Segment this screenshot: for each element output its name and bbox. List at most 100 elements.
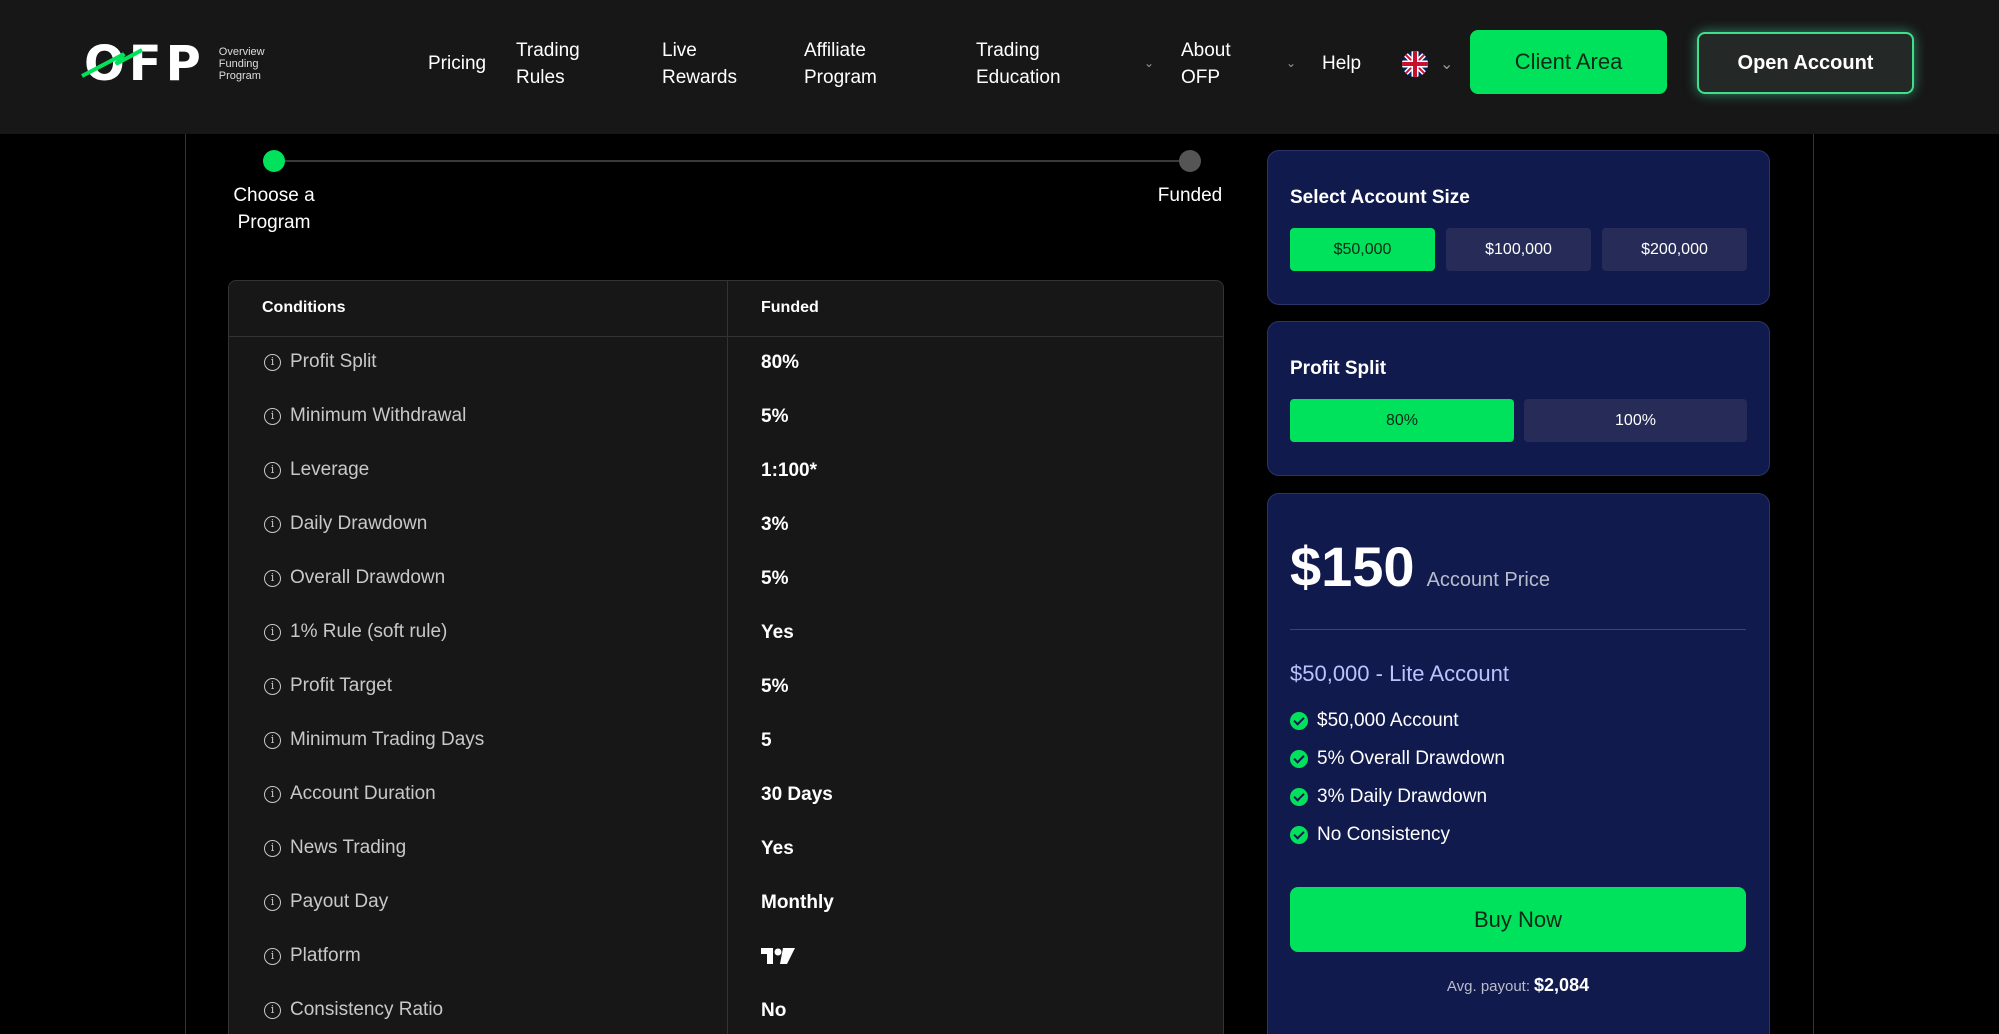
frame-border [1813,134,1814,1034]
condition-cell: i Payout Day [264,891,388,913]
logo-slash-icon [81,48,143,78]
table-row: i Overall Drawdown 5% [229,553,1223,607]
info-icon[interactable]: i [264,623,281,641]
profit-split-option-80[interactable]: 80% [1290,399,1514,442]
condition-cell: i Profit Target [264,675,392,697]
check-circle-icon [1290,750,1308,768]
condition-label: 1% Rule (soft rule) [290,621,448,642]
condition-cell: i Leverage [264,459,369,481]
profit-split-card: Profit Split 80% 100% [1267,321,1770,476]
table-row: i Minimum Trading Days 5 [229,715,1223,769]
table-row: i Minimum Withdrawal 5% [229,391,1223,445]
avg-payout-label: Avg. payout: [1446,978,1531,995]
value-cell [761,946,795,972]
table-row: i Profit Target 5% [229,661,1223,715]
account-title: $50,000 - Lite Account [1290,661,1509,686]
nav-live-rewards[interactable]: Live Rewards [662,37,752,91]
value-cell: Monthly [761,892,834,913]
table-row: i Daily Drawdown 3% [229,499,1223,553]
condition-label: Platform [290,945,361,966]
profit-split-option-100[interactable]: 100% [1524,399,1747,442]
nav-help[interactable]: Help [1322,50,1361,77]
feature-item: 3% Daily Drawdown [1290,786,1487,808]
value-cell: 5% [761,568,789,589]
info-icon[interactable]: i [264,677,281,695]
nav-trading-education[interactable]: Trading Education [976,37,1086,91]
feature-item: $50,000 Account [1290,710,1459,732]
table-row: i 1% Rule (soft rule) Yes [229,607,1223,661]
logo-sub-line: Program [218,70,261,82]
logo[interactable]: OFP Overview Funding Program [81,40,265,88]
feature-label: No Consistency [1317,824,1451,845]
condition-cell: i Account Duration [264,783,436,805]
check-circle-icon [1290,826,1308,844]
condition-label: Profit Target [290,675,393,696]
card-title: Profit Split [1290,358,1387,379]
condition-cell: i Profit Split [264,351,377,373]
condition-label: Consistency Ratio [290,999,444,1020]
progress-step-dot-active [263,150,285,172]
nav-about-ofp[interactable]: About OFP [1181,37,1251,91]
buy-now-button[interactable]: Buy Now [1290,887,1746,952]
check-circle-icon [1290,712,1308,730]
feature-label: $50,000 Account [1317,710,1459,731]
info-icon[interactable]: i [264,515,281,533]
value-cell: No [761,1000,787,1021]
info-icon[interactable]: i [264,353,281,371]
progress-track [274,160,1190,162]
value-cell: 5 [761,730,772,751]
check-circle-icon [1290,788,1308,806]
price-block: $150 Account Price [1290,534,1550,599]
table-row: i Leverage 1:100* [229,445,1223,499]
avg-payout-value: $2,084 [1534,975,1590,995]
feature-item: 5% Overall Drawdown [1290,748,1505,770]
condition-label: Minimum Withdrawal [290,405,467,426]
account-price: $150 [1290,535,1415,598]
chevron-down-icon[interactable]: ⌄ [1144,56,1154,70]
nav-pricing[interactable]: Pricing [428,50,486,77]
condition-cell: i Overall Drawdown [264,567,445,589]
condition-cell: i News Trading [264,837,406,859]
nav-affiliate-program[interactable]: Affiliate Program [804,37,914,91]
info-icon[interactable]: i [264,1001,281,1019]
account-size-card: Select Account Size $50,000 $100,000 $20… [1267,150,1770,305]
condition-label: Daily Drawdown [290,513,428,534]
condition-label: Account Duration [290,783,436,804]
chevron-down-icon[interactable]: ⌄ [1286,56,1296,70]
account-size-option-200k[interactable]: $200,000 [1602,228,1747,271]
info-icon[interactable]: i [264,893,281,911]
value-cell: Yes [761,622,794,643]
card-title: Select Account Size [1290,187,1470,208]
open-account-button[interactable]: Open Account [1697,32,1914,94]
table-row: i Account Duration 30 Days [229,769,1223,823]
chevron-down-icon[interactable]: ⌄ [1440,54,1453,74]
account-price-label: Account Price [1426,569,1550,591]
account-size-option-50k[interactable]: $50,000 [1290,228,1435,271]
column-header: Conditions [262,299,346,316]
account-size-option-100k[interactable]: $100,000 [1446,228,1591,271]
nav-trading-rules[interactable]: Trading Rules [516,37,606,91]
feature-label: 5% Overall Drawdown [1317,748,1505,769]
condition-cell: i Minimum Withdrawal [264,405,466,427]
divider [1290,629,1746,630]
value-cell: Yes [761,838,794,859]
condition-label: Minimum Trading Days [290,729,485,750]
value-cell: 5% [761,676,789,697]
feature-label: 3% Daily Drawdown [1317,786,1488,807]
condition-label: Profit Split [290,351,377,372]
uk-flag-icon[interactable] [1402,51,1428,77]
info-icon[interactable]: i [264,407,281,425]
condition-cell: i Daily Drawdown [264,513,427,535]
info-icon[interactable]: i [264,731,281,749]
column-header: Funded [761,299,819,316]
condition-label: Payout Day [290,891,389,912]
logo-mark: OFP [81,40,205,88]
condition-cell: i Minimum Trading Days [264,729,484,751]
table-row: i Platform [229,931,1223,985]
info-icon[interactable]: i [264,839,281,857]
client-area-button[interactable]: Client Area [1470,30,1667,94]
info-icon[interactable]: i [264,785,281,803]
info-icon[interactable]: i [264,947,281,965]
info-icon[interactable]: i [264,461,281,479]
info-icon[interactable]: i [264,569,281,587]
